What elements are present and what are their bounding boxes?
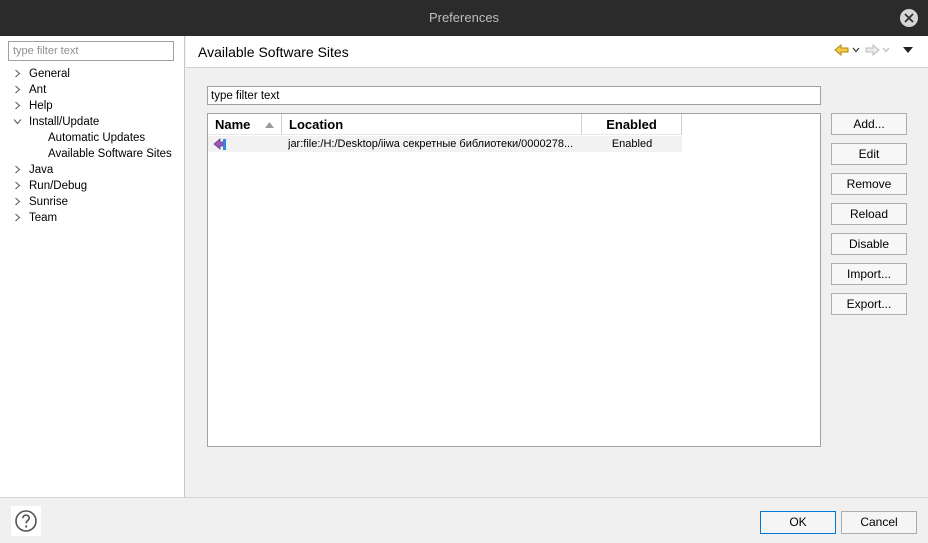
- cancel-button[interactable]: Cancel: [841, 511, 917, 534]
- page-title: Available Software Sites: [198, 44, 349, 60]
- close-button[interactable]: [900, 9, 918, 27]
- preference-page: Available Software Sites Name: [186, 36, 928, 497]
- dialog-footer: OK Cancel: [0, 497, 928, 543]
- tree-item-label: Java: [29, 164, 54, 176]
- help-button[interactable]: [11, 506, 41, 536]
- forward-arrow-icon[interactable]: [864, 42, 880, 58]
- tree-item-label: Run/Debug: [29, 180, 88, 192]
- disable-button[interactable]: Disable: [831, 233, 907, 255]
- ok-button[interactable]: OK: [760, 511, 836, 534]
- chevron-right-icon[interactable]: [13, 181, 22, 190]
- forward-history-chevron-icon[interactable]: [882, 47, 890, 53]
- row-location-cell: jar:file:/H:/Desktop/iiwa секретные библ…: [288, 138, 574, 150]
- add-button[interactable]: Add...: [831, 113, 907, 135]
- preferences-tree-pane: General Ant Help Install/Update Automati…: [0, 36, 185, 497]
- title-bar: Preferences: [0, 0, 928, 36]
- reload-button[interactable]: Reload: [831, 203, 907, 225]
- chevron-right-icon[interactable]: [13, 85, 22, 94]
- page-header: Available Software Sites: [186, 36, 928, 68]
- remove-button[interactable]: Remove: [831, 173, 907, 195]
- window-title: Preferences: [428, 10, 500, 25]
- chevron-down-icon[interactable]: [13, 117, 22, 126]
- row-enabled-cell: Enabled: [611, 138, 653, 150]
- back-history-chevron-icon[interactable]: [852, 47, 860, 53]
- tree-item-label: Team: [29, 212, 58, 224]
- column-header-location[interactable]: Location: [282, 114, 582, 135]
- column-header-label: Name: [215, 117, 251, 132]
- chevron-right-icon[interactable]: [13, 165, 22, 174]
- column-header-enabled[interactable]: Enabled: [582, 114, 682, 135]
- tree-item-label: Available Software Sites: [48, 148, 172, 160]
- column-header-label: Enabled: [606, 117, 657, 132]
- tree-item-label: General: [29, 68, 70, 80]
- column-header-label: Location: [289, 117, 344, 132]
- back-arrow-icon[interactable]: [834, 42, 850, 58]
- view-menu-icon[interactable]: [903, 47, 913, 54]
- tree-item-label: Help: [29, 100, 53, 112]
- tree-item-label: Sunrise: [29, 196, 68, 208]
- chevron-right-icon[interactable]: [13, 197, 22, 206]
- chevron-right-icon[interactable]: [13, 69, 22, 78]
- import-button[interactable]: Import...: [831, 263, 907, 285]
- tree-item-label: Install/Update: [29, 116, 100, 128]
- sites-table: Name Location Enabled jar:file:/H:/Deskt…: [207, 113, 821, 447]
- help-icon: [15, 510, 37, 532]
- edit-button[interactable]: Edit: [831, 143, 907, 165]
- row-name-cell: [213, 136, 233, 152]
- export-button[interactable]: Export...: [831, 293, 907, 315]
- chevron-right-icon[interactable]: [13, 213, 22, 222]
- tree-item-label: Automatic Updates: [48, 132, 146, 144]
- sort-ascending-icon: [265, 122, 274, 128]
- tree-item-label: Ant: [29, 84, 47, 96]
- site-filter-input[interactable]: [207, 86, 821, 105]
- tree-filter-input[interactable]: [8, 41, 174, 61]
- column-header-name[interactable]: Name: [208, 114, 282, 135]
- site-icon: [213, 138, 226, 150]
- chevron-right-icon[interactable]: [13, 101, 22, 110]
- table-row[interactable]: jar:file:/H:/Desktop/iiwa секретные библ…: [208, 136, 682, 152]
- close-icon: [904, 13, 914, 23]
